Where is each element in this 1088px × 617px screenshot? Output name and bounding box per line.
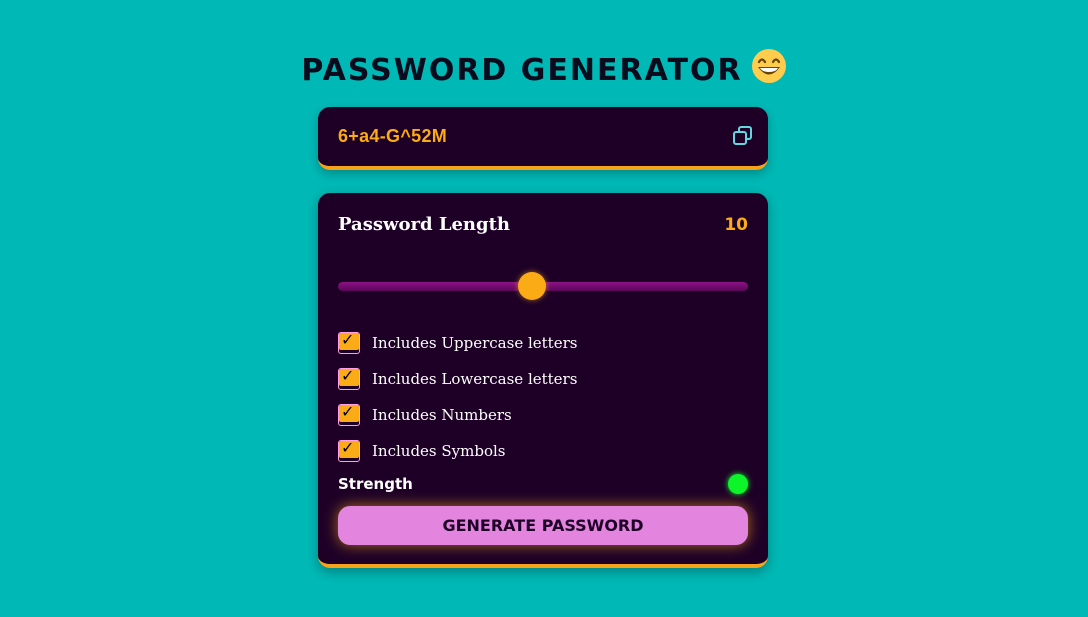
option-lowercase[interactable]: ✓ Includes Lowercase letters (338, 366, 578, 391)
password-length-value: 10 (724, 215, 748, 235)
option-symbols[interactable]: ✓ Includes Symbols (338, 438, 506, 463)
strength-label: Strength (338, 475, 413, 493)
lowercase-checkbox[interactable]: ✓ (338, 366, 360, 390)
password-display: 6+a4-G^52M (318, 107, 768, 170)
checkmark-icon: ✓ (341, 330, 355, 349)
option-numbers[interactable]: ✓ Includes Numbers (338, 402, 512, 427)
symbols-checkbox[interactable]: ✓ (338, 438, 360, 462)
grinning-face-icon (751, 48, 787, 95)
password-output[interactable]: 6+a4-G^52M (338, 126, 447, 147)
length-slider-thumb[interactable] (518, 272, 547, 300)
app-title-text: PASSWORD GENERATOR (301, 53, 743, 88)
generate-password-button[interactable]: GENERATE PASSWORD (338, 506, 748, 545)
numbers-label: Includes Numbers (372, 406, 512, 424)
numbers-checkbox[interactable]: ✓ (338, 402, 360, 426)
password-length-label: Password Length (338, 214, 511, 235)
option-uppercase[interactable]: ✓ Includes Uppercase letters (338, 330, 578, 355)
symbols-label: Includes Symbols (372, 442, 506, 460)
checkmark-icon: ✓ (341, 438, 355, 457)
settings-card: Password Length 10 ✓ Includes Uppercase … (318, 193, 768, 568)
copy-icon[interactable] (732, 125, 754, 147)
uppercase-checkbox[interactable]: ✓ (338, 330, 360, 354)
lowercase-label: Includes Lowercase letters (372, 370, 578, 388)
uppercase-label: Includes Uppercase letters (372, 334, 578, 352)
strength-indicator (728, 474, 748, 494)
checkmark-icon: ✓ (341, 366, 355, 385)
checkmark-icon: ✓ (341, 402, 355, 421)
app-title: PASSWORD GENERATOR (0, 48, 1088, 95)
